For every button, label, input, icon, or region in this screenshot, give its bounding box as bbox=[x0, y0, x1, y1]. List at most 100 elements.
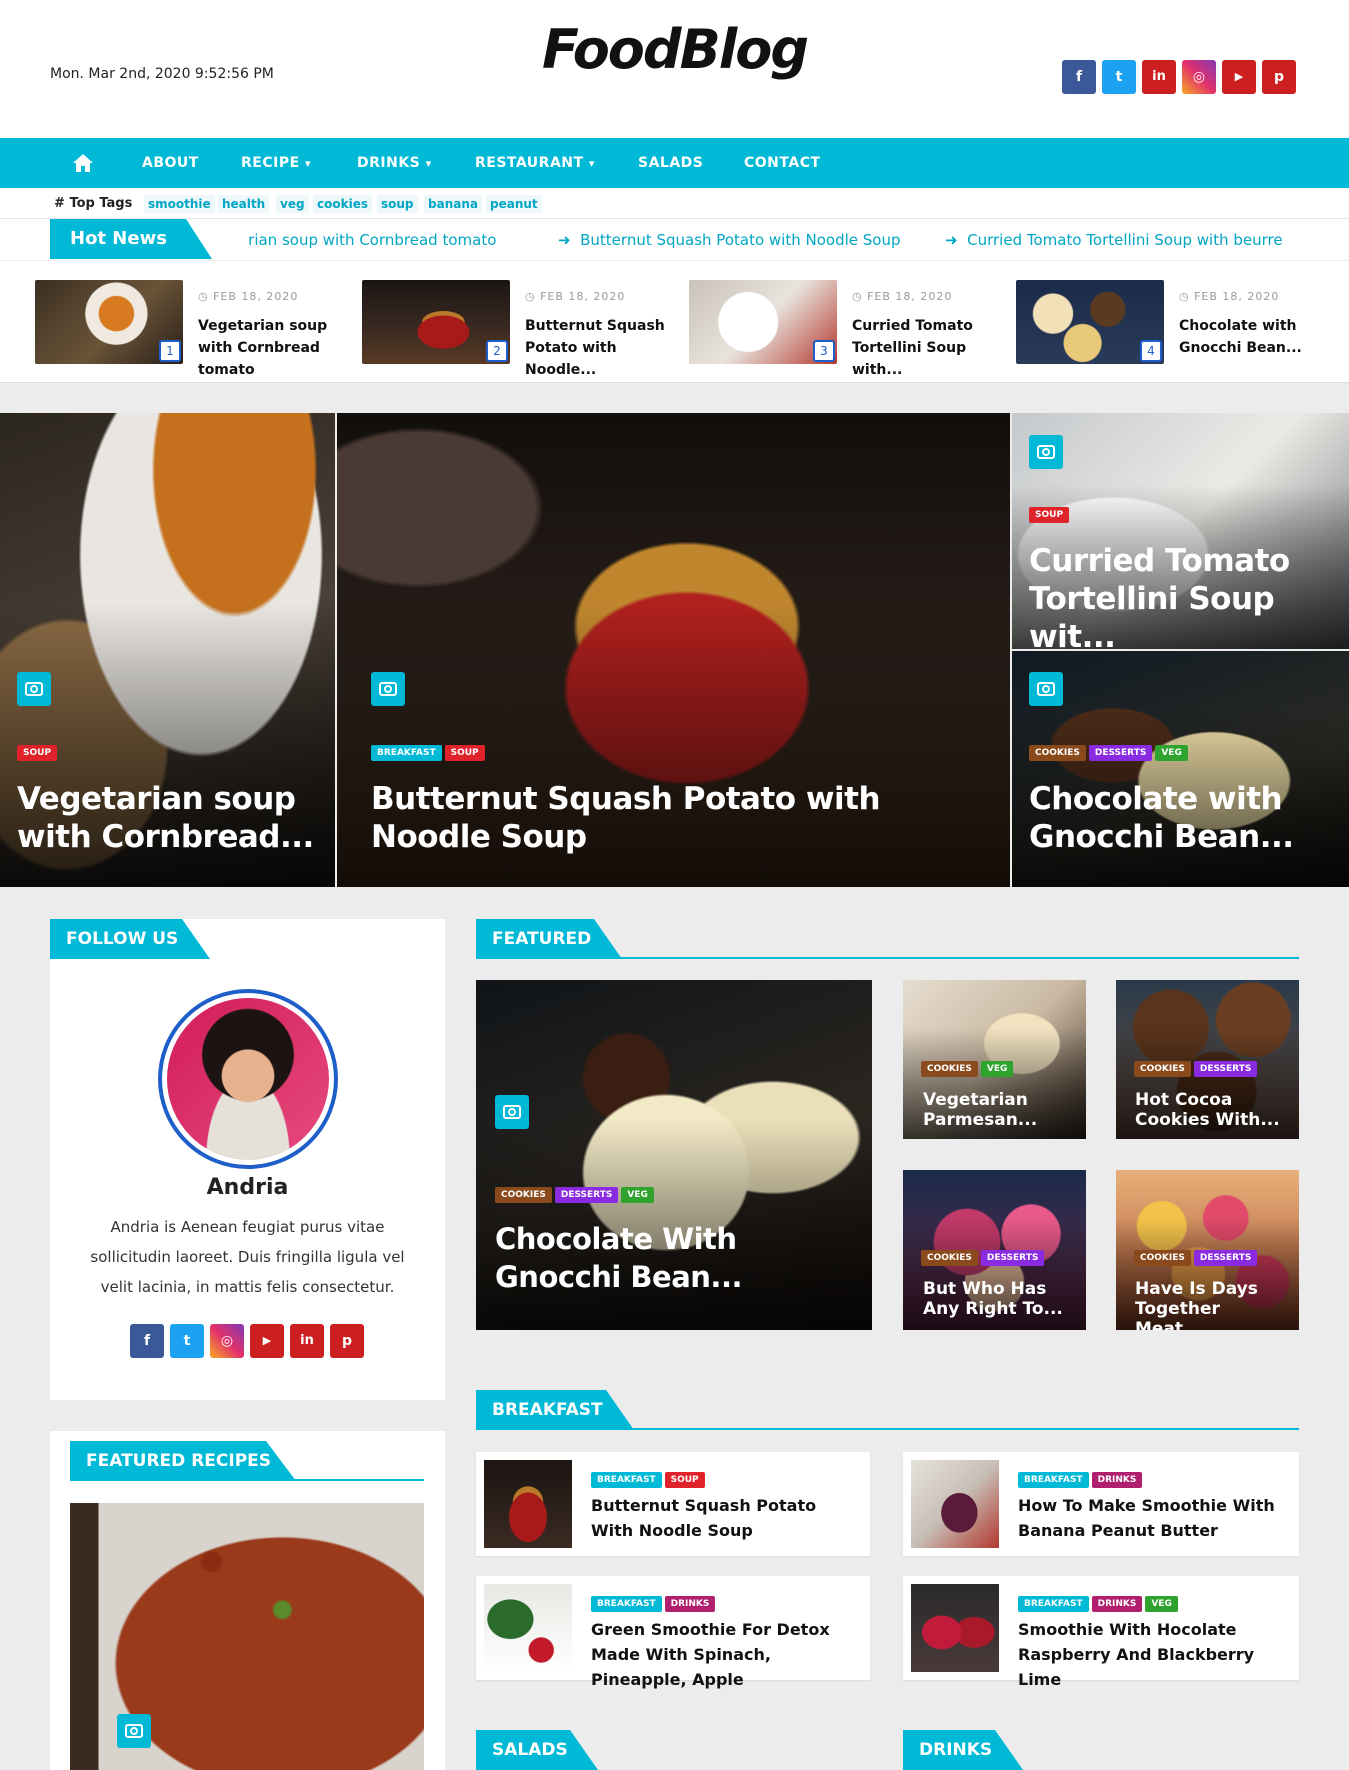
youtube-icon[interactable]: ▶ bbox=[1222, 60, 1256, 94]
pinterest-icon[interactable]: p bbox=[1262, 60, 1296, 94]
tag-veg[interactable]: veg bbox=[276, 195, 309, 213]
featured-grid-post[interactable]: COOKIES DESSERTS But Who Has Any Right To… bbox=[903, 1170, 1086, 1330]
category-badge[interactable]: COOKIES bbox=[1029, 745, 1086, 761]
twitter-icon[interactable]: t bbox=[170, 1324, 204, 1358]
category-badge[interactable]: VEG bbox=[621, 1187, 654, 1203]
featured-recipe-image[interactable] bbox=[70, 1503, 424, 1770]
linkedin-icon[interactable]: in bbox=[1142, 60, 1176, 94]
tag-health[interactable]: health bbox=[218, 195, 270, 213]
category-badge[interactable]: COOKIES bbox=[921, 1250, 978, 1266]
featured-grid-post[interactable]: COOKIES DESSERTS Hot Cocoa Cookies With..… bbox=[1116, 980, 1299, 1139]
category-badge[interactable]: DRINKS bbox=[664, 1596, 716, 1612]
post-title[interactable]: Butternut Squash Potato With Noodle Soup bbox=[591, 1493, 856, 1543]
ticker-item[interactable]: Vegetarian soup with Cornbread tomato bbox=[248, 219, 496, 261]
category-badge[interactable]: COOKIES bbox=[495, 1187, 552, 1203]
category-badge[interactable]: BREAKFAST bbox=[591, 1472, 662, 1488]
instagram-icon[interactable]: ◎ bbox=[210, 1324, 244, 1358]
post-title[interactable]: Vegetarian soup with Cornbread tomato bbox=[198, 315, 338, 381]
post-categories: BREAKFAST SOUP bbox=[591, 1467, 708, 1488]
featured-grid-post[interactable]: COOKIES DESSERTS Have Is Days Together Me… bbox=[1116, 1170, 1299, 1330]
post-thumbnail[interactable]: 3 bbox=[689, 280, 837, 364]
post-title[interactable]: Chocolate with Gnocchi Bean... bbox=[1179, 315, 1319, 359]
featured-main-post[interactable]: COOKIES DESSERTS VEG Chocolate With Gnocch… bbox=[476, 980, 872, 1330]
tag-cookies[interactable]: cookies bbox=[313, 195, 372, 213]
category-badge[interactable]: SOUP bbox=[664, 1472, 705, 1488]
post-title[interactable]: Smoothie With Hocolate Raspberry And Bla… bbox=[1018, 1617, 1283, 1692]
hero-title[interactable]: Curried Tomato Tortellini Soup wit... bbox=[1029, 542, 1339, 649]
breakfast-post[interactable]: BREAKFAST SOUP Butternut Squash Potato Wi… bbox=[476, 1452, 870, 1556]
category-badge[interactable]: DESSERTS bbox=[1088, 745, 1153, 761]
category-badge[interactable]: DRINKS bbox=[1091, 1472, 1143, 1488]
category-badge[interactable]: DESSERTS bbox=[980, 1250, 1045, 1266]
tag-peanut[interactable]: peanut bbox=[486, 195, 542, 213]
ticker-item[interactable]: ➜ Curried Tomato Tortellini Soup with be… bbox=[945, 219, 1283, 261]
category-badge[interactable]: SOUP bbox=[17, 745, 58, 761]
category-badge[interactable]: SOUP bbox=[1029, 507, 1070, 523]
youtube-icon[interactable]: ▶ bbox=[250, 1324, 284, 1358]
tag-smoothie[interactable]: smoothie bbox=[144, 195, 215, 213]
post-thumbnail[interactable]: 4 bbox=[1016, 280, 1164, 364]
category-badge[interactable]: COOKIES bbox=[921, 1061, 978, 1077]
hero-post[interactable]: SOUP Curried Tomato Tortellini Soup wit.… bbox=[1012, 413, 1349, 649]
category-badge[interactable]: DESSERTS bbox=[1193, 1061, 1258, 1077]
post-title[interactable]: But Who Has Any Right To... bbox=[923, 1279, 1073, 1319]
nav-item-restaurant[interactable]: RESTAURANT ▾ bbox=[475, 138, 595, 188]
home-icon[interactable] bbox=[72, 138, 94, 188]
post-thumbnail[interactable]: 1 bbox=[35, 280, 183, 364]
twitter-icon[interactable]: t bbox=[1102, 60, 1136, 94]
hero-post[interactable]: COOKIES DESSERTS VEG Chocolate with Gnocch… bbox=[1012, 651, 1349, 887]
category-badge[interactable]: COOKIES bbox=[1134, 1061, 1191, 1077]
hero-title[interactable]: Butternut Squash Potato with Noodle Soup bbox=[371, 780, 971, 856]
post-title[interactable]: Green Smoothie For Detox Made With Spina… bbox=[591, 1617, 856, 1692]
nav-item-about[interactable]: ABOUT bbox=[142, 138, 199, 188]
category-badge[interactable]: BREAKFAST bbox=[1018, 1596, 1089, 1612]
facebook-icon[interactable]: f bbox=[1062, 60, 1096, 94]
nav-item-recipe[interactable]: RECIPE ▾ bbox=[241, 138, 311, 188]
post-thumbnail[interactable]: 2 bbox=[362, 280, 510, 364]
tag-banana[interactable]: banana bbox=[424, 195, 482, 213]
hero-post[interactable]: SOUP Vegetarian soup with Cornbread... bbox=[0, 413, 335, 887]
post-date-text: FEB 18, 2020 bbox=[1194, 290, 1280, 303]
category-badge[interactable]: DRINKS bbox=[1091, 1596, 1143, 1612]
post-title[interactable]: Curried Tomato Tortellini Soup with... bbox=[852, 315, 992, 381]
category-badge[interactable]: VEG bbox=[1145, 1596, 1178, 1612]
instagram-icon[interactable]: ◎ bbox=[1182, 60, 1216, 94]
post-thumbnail[interactable] bbox=[911, 1460, 999, 1548]
facebook-icon[interactable]: f bbox=[130, 1324, 164, 1358]
tag-soup[interactable]: soup bbox=[377, 195, 418, 213]
breakfast-post[interactable]: BREAKFAST DRINKS VEG Smoothie With Hocolat… bbox=[903, 1576, 1299, 1689]
post-categories: BREAKFAST DRINKS bbox=[1018, 1467, 1145, 1488]
camera-icon bbox=[495, 1095, 529, 1129]
top-tags-bar: # Top Tags smoothie health veg cookies s… bbox=[0, 188, 1349, 219]
category-badge[interactable]: BREAKFAST bbox=[1018, 1472, 1089, 1488]
category-badge[interactable]: VEG bbox=[980, 1061, 1014, 1077]
post-title[interactable]: How To Make Smoothie With Banana Peanut … bbox=[1018, 1493, 1283, 1543]
nav-item-salads[interactable]: SALADS bbox=[638, 138, 703, 188]
post-title[interactable]: Chocolate With Gnocchi Bean... bbox=[495, 1220, 855, 1296]
breakfast-post[interactable]: BREAKFAST DRINKS How To Make Smoothie Wit… bbox=[903, 1452, 1299, 1556]
breakfast-post[interactable]: BREAKFAST DRINKS Green Smoothie For Detox… bbox=[476, 1576, 870, 1689]
post-thumbnail[interactable] bbox=[911, 1584, 999, 1672]
category-badge[interactable]: DESSERTS bbox=[554, 1187, 619, 1203]
post-thumbnail[interactable] bbox=[484, 1584, 572, 1672]
category-badge[interactable]: BREAKFAST bbox=[591, 1596, 662, 1612]
pinterest-icon[interactable]: p bbox=[330, 1324, 364, 1358]
category-badge[interactable]: VEG bbox=[1155, 745, 1188, 761]
hero-title[interactable]: Chocolate with Gnocchi Bean... bbox=[1029, 780, 1339, 856]
linkedin-icon[interactable]: in bbox=[290, 1324, 324, 1358]
post-title[interactable]: Butternut Squash Potato with Noodle... bbox=[525, 315, 665, 381]
nav-item-drinks[interactable]: DRINKS ▾ bbox=[357, 138, 432, 188]
ticker-item[interactable]: ➜ Butternut Squash Potato with Noodle So… bbox=[558, 219, 900, 261]
post-title[interactable]: Have Is Days Together Meat... bbox=[1135, 1279, 1285, 1330]
category-badge[interactable]: DESSERTS bbox=[1193, 1250, 1258, 1266]
post-title[interactable]: Vegetarian Parmesan... bbox=[923, 1090, 1073, 1130]
post-title[interactable]: Hot Cocoa Cookies With... bbox=[1135, 1090, 1285, 1130]
category-badge[interactable]: SOUP bbox=[444, 745, 485, 761]
hero-post[interactable]: BREAKFAST SOUP Butternut Squash Potato wi… bbox=[337, 413, 1010, 887]
category-badge[interactable]: BREAKFAST bbox=[371, 745, 442, 761]
featured-grid-post[interactable]: COOKIES VEG Vegetarian Parmesan... bbox=[903, 980, 1086, 1139]
nav-item-contact[interactable]: CONTACT bbox=[744, 138, 821, 188]
hero-title[interactable]: Vegetarian soup with Cornbread... bbox=[17, 780, 317, 856]
category-badge[interactable]: COOKIES bbox=[1134, 1250, 1191, 1266]
post-thumbnail[interactable] bbox=[484, 1460, 572, 1548]
